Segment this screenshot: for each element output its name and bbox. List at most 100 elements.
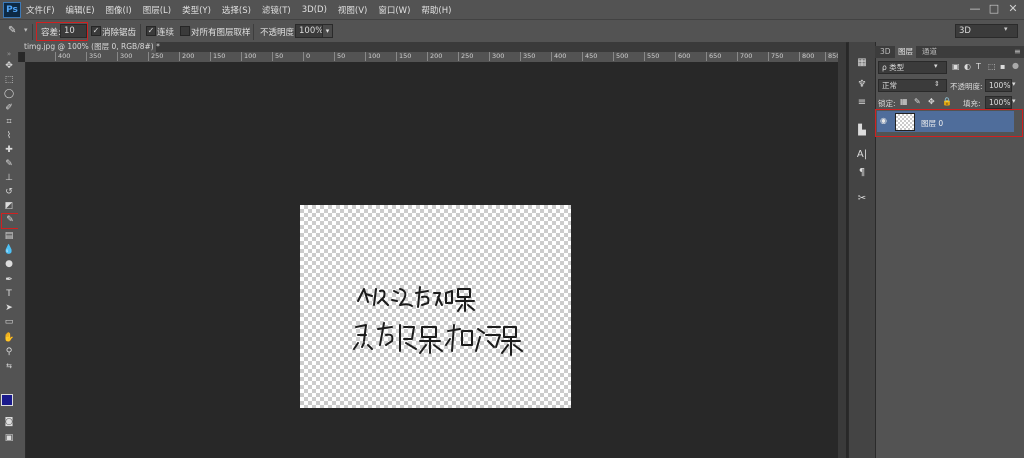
spot-healing-tool-icon[interactable]: ✚ bbox=[2, 144, 16, 157]
tolerance-input[interactable]: 10 bbox=[60, 24, 87, 38]
ruler-label: 150 bbox=[396, 52, 411, 61]
ruler-label: 100 bbox=[241, 52, 256, 61]
ruler-label: 100 bbox=[365, 52, 380, 61]
layer-opacity-input[interactable]: 100% bbox=[985, 79, 1012, 92]
lock-pixels-icon[interactable]: ✎ bbox=[914, 97, 921, 106]
magic-eraser-tool-icon[interactable]: ✎ bbox=[8, 24, 22, 37]
ruler-label: 0 bbox=[303, 52, 310, 61]
zoom-tool-icon[interactable]: ⚲ bbox=[2, 346, 16, 359]
tool-presets-icon[interactable]: ✂ bbox=[854, 192, 870, 206]
filter-type-icon[interactable]: T bbox=[976, 62, 981, 71]
filter-pixel-icon[interactable]: ▣ bbox=[952, 62, 960, 71]
filter-adjustment-icon[interactable]: ◐ bbox=[964, 62, 971, 71]
menu-window[interactable]: 窗口(W) bbox=[378, 4, 410, 16]
menu-layer[interactable]: 图层(L) bbox=[143, 4, 171, 16]
ruler-label: 250 bbox=[458, 52, 473, 61]
lock-label: 锁定: bbox=[878, 99, 896, 108]
filter-chevron-icon[interactable]: ▾ bbox=[934, 62, 938, 70]
menu-view[interactable]: 视图(V) bbox=[338, 4, 367, 16]
menu-file[interactable]: 文件(F) bbox=[26, 4, 55, 16]
fill-chevron-icon[interactable]: ▾ bbox=[1012, 97, 1016, 105]
character-icon[interactable]: A| bbox=[854, 148, 870, 162]
hand-tool-icon[interactable]: ✋ bbox=[2, 332, 16, 345]
path-select-tool-icon[interactable]: ➤ bbox=[2, 302, 16, 315]
lock-transparency-icon[interactable]: ▦ bbox=[900, 97, 908, 106]
menu-filter[interactable]: 滤镜(T) bbox=[262, 4, 291, 16]
history-brush-tool-icon[interactable]: ↺ bbox=[2, 186, 16, 199]
sample-all-layers-label: 对所有图层取样 bbox=[191, 28, 251, 38]
paragraph-icon[interactable]: ¶ bbox=[854, 166, 870, 180]
foreground-color-swatch[interactable] bbox=[1, 394, 13, 406]
menu-type[interactable]: 类型(Y) bbox=[182, 4, 211, 16]
blur-tool-icon[interactable]: 💧 bbox=[2, 244, 16, 257]
minimize-button[interactable]: — bbox=[968, 2, 982, 15]
maximize-button[interactable]: □ bbox=[987, 2, 1001, 15]
history-icon[interactable]: ▦ bbox=[854, 56, 870, 70]
close-button[interactable]: ✕ bbox=[1006, 2, 1020, 15]
ruler-label: 300 bbox=[489, 52, 504, 61]
filter-toggle-icon[interactable]: ● bbox=[1012, 61, 1019, 70]
antialias-label: 消除锯齿 bbox=[102, 28, 137, 38]
sample-all-layers-checkbox[interactable] bbox=[180, 26, 190, 36]
layer-opacity-chevron-icon[interactable]: ▾ bbox=[1012, 80, 1016, 88]
clone-stamp-tool-icon[interactable]: ⊥ bbox=[2, 172, 16, 185]
opacity-input[interactable]: 100% bbox=[295, 24, 324, 38]
eraser-tool-icon[interactable]: ◩ bbox=[2, 200, 16, 213]
panel-tabs: 3D 图层 通道 ≡ bbox=[875, 46, 1024, 58]
opacity-dropdown-chevron-icon[interactable]: ▾ bbox=[322, 24, 333, 38]
marquee-tool-icon[interactable]: ⬚ bbox=[2, 74, 16, 87]
tab-3d[interactable]: 3D bbox=[877, 46, 894, 58]
dodge-tool-icon[interactable]: ● bbox=[2, 258, 16, 271]
tab-channels[interactable]: 通道 bbox=[919, 46, 940, 58]
layer-highlight bbox=[875, 109, 1023, 137]
panel-dock: ▦ ♆ ≡ ▙ A| ¶ ✂ bbox=[848, 42, 875, 458]
filter-shape-icon[interactable]: ⬚ bbox=[988, 62, 996, 71]
contiguous-checkbox[interactable]: ✓ bbox=[146, 26, 156, 36]
lock-all-icon[interactable]: 🔒 bbox=[942, 97, 952, 106]
fill-label: 填充: bbox=[963, 99, 981, 108]
ruler-label: 400 bbox=[55, 52, 70, 61]
brush-presets-icon[interactable]: ♆ bbox=[854, 78, 870, 92]
fill-input[interactable]: 100% bbox=[985, 96, 1012, 109]
ruler-label: 600 bbox=[675, 52, 690, 61]
lasso-tool-icon[interactable]: ◯ bbox=[2, 88, 16, 101]
photoshop-logo: Ps bbox=[3, 2, 21, 18]
tab-layers[interactable]: 图层 bbox=[895, 46, 916, 58]
quick-select-tool-icon[interactable]: ✐ bbox=[2, 102, 16, 115]
clone-source-icon[interactable]: ▙ bbox=[854, 124, 870, 138]
document-canvas[interactable] bbox=[300, 205, 571, 408]
eyedropper-tool-icon[interactable]: ⌇ bbox=[2, 130, 16, 143]
pen-tool-icon[interactable]: ✒ bbox=[2, 274, 16, 287]
menu-edit[interactable]: 编辑(E) bbox=[66, 4, 95, 16]
adjustments-icon[interactable]: ≡ bbox=[854, 96, 870, 110]
ruler-label: 200 bbox=[427, 52, 442, 61]
brush-tool-icon[interactable]: ✎ bbox=[2, 158, 16, 171]
ruler-label: 300 bbox=[117, 52, 132, 61]
gradient-tool-icon[interactable]: ▤ bbox=[2, 230, 16, 243]
type-tool-icon[interactable]: T bbox=[2, 288, 16, 301]
quick-mask-icon[interactable]: ◙ bbox=[2, 416, 16, 429]
menu-select[interactable]: 选择(S) bbox=[222, 4, 251, 16]
workspace-chevron-down-icon[interactable]: ▾ bbox=[1004, 25, 1008, 33]
shape-tool-icon[interactable]: ▭ bbox=[2, 316, 16, 329]
menu-3d[interactable]: 3D(D) bbox=[302, 5, 327, 15]
canvas-scrollbar[interactable] bbox=[838, 42, 846, 458]
magic-eraser-tool-selected-icon[interactable]: ✎ bbox=[1, 213, 19, 229]
move-tool-icon[interactable]: ✥ bbox=[2, 60, 16, 73]
menu-image[interactable]: 图像(I) bbox=[106, 4, 132, 16]
swap-colors-icon[interactable]: ⇆ bbox=[2, 360, 16, 373]
crop-tool-icon[interactable]: ⌗ bbox=[2, 116, 16, 129]
ruler-label: 50 bbox=[334, 52, 345, 61]
menu-help[interactable]: 帮助(H) bbox=[421, 4, 451, 16]
tool-preset-chevron-down-icon[interactable]: ▾ bbox=[24, 26, 28, 34]
lock-position-icon[interactable]: ✥ bbox=[928, 97, 935, 106]
panel-menu-icon[interactable]: ≡ bbox=[1011, 46, 1024, 58]
filter-smart-object-icon[interactable]: ▪ bbox=[1000, 62, 1005, 71]
screen-mode-icon[interactable]: ▣ bbox=[2, 432, 16, 445]
workspace-select[interactable]: 3D bbox=[955, 24, 1018, 38]
blend-mode-chevron-icon[interactable]: ⇕ bbox=[934, 80, 940, 88]
antialias-checkbox[interactable]: ✓ bbox=[91, 26, 101, 36]
ruler-label: 350 bbox=[520, 52, 535, 61]
ruler-label: 500 bbox=[613, 52, 628, 61]
document-tab[interactable]: timg.jpg @ 100% (图层 0, RGB/8#) * bbox=[18, 42, 160, 52]
